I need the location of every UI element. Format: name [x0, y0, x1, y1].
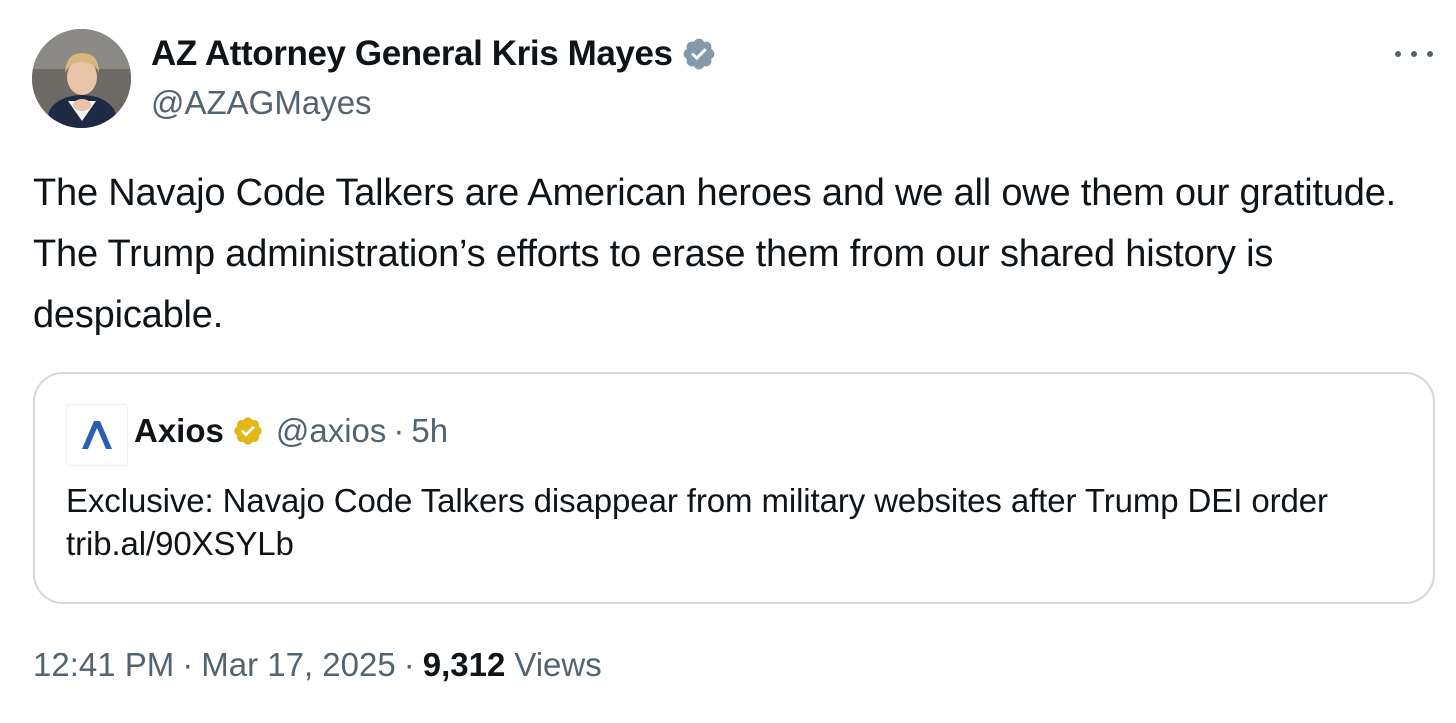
tweet-time[interactable]: 12:41 PM — [33, 646, 174, 684]
axios-logo-icon[interactable] — [66, 404, 128, 466]
separator-dot: · — [393, 412, 405, 449]
quoted-tweet-header: Axios @axios · 5h — [134, 412, 448, 450]
views-label[interactable]: Views — [514, 646, 601, 684]
separator-dot: · — [403, 646, 415, 683]
gold-verified-badge-icon — [232, 415, 264, 447]
author-name-text[interactable]: AZ Attorney General Kris Mayes — [151, 34, 673, 74]
author-handle[interactable]: @AZAGMayes — [151, 84, 372, 122]
quoted-tweet-time[interactable]: 5h — [411, 412, 448, 450]
tweet-text: The Navajo Code Talkers are American her… — [33, 172, 1396, 336]
views-count[interactable]: 9,312 — [423, 646, 506, 684]
more-dot — [1395, 51, 1401, 57]
more-dot — [1411, 51, 1417, 57]
more-options-icon[interactable] — [1393, 42, 1435, 66]
author-avatar[interactable] — [32, 29, 131, 128]
author-display-name[interactable]: AZ Attorney General Kris Mayes — [151, 34, 717, 74]
quoted-author-handle[interactable]: @axios — [276, 412, 387, 450]
verified-badge-icon — [681, 36, 717, 72]
quoted-tweet-card[interactable]: Axios @axios · 5h Exclusive: Navajo Code… — [33, 372, 1435, 604]
quoted-author-name[interactable]: Axios — [134, 412, 224, 450]
more-dot — [1427, 51, 1433, 57]
separator-dot: · — [182, 646, 194, 683]
tweet-date[interactable]: Mar 17, 2025 — [201, 646, 395, 684]
quoted-tweet-text: Exclusive: Navajo Code Talkers disappear… — [66, 482, 1328, 562]
tweet-metadata: 12:41 PM · Mar 17, 2025 · 9,312 Views — [33, 646, 602, 684]
